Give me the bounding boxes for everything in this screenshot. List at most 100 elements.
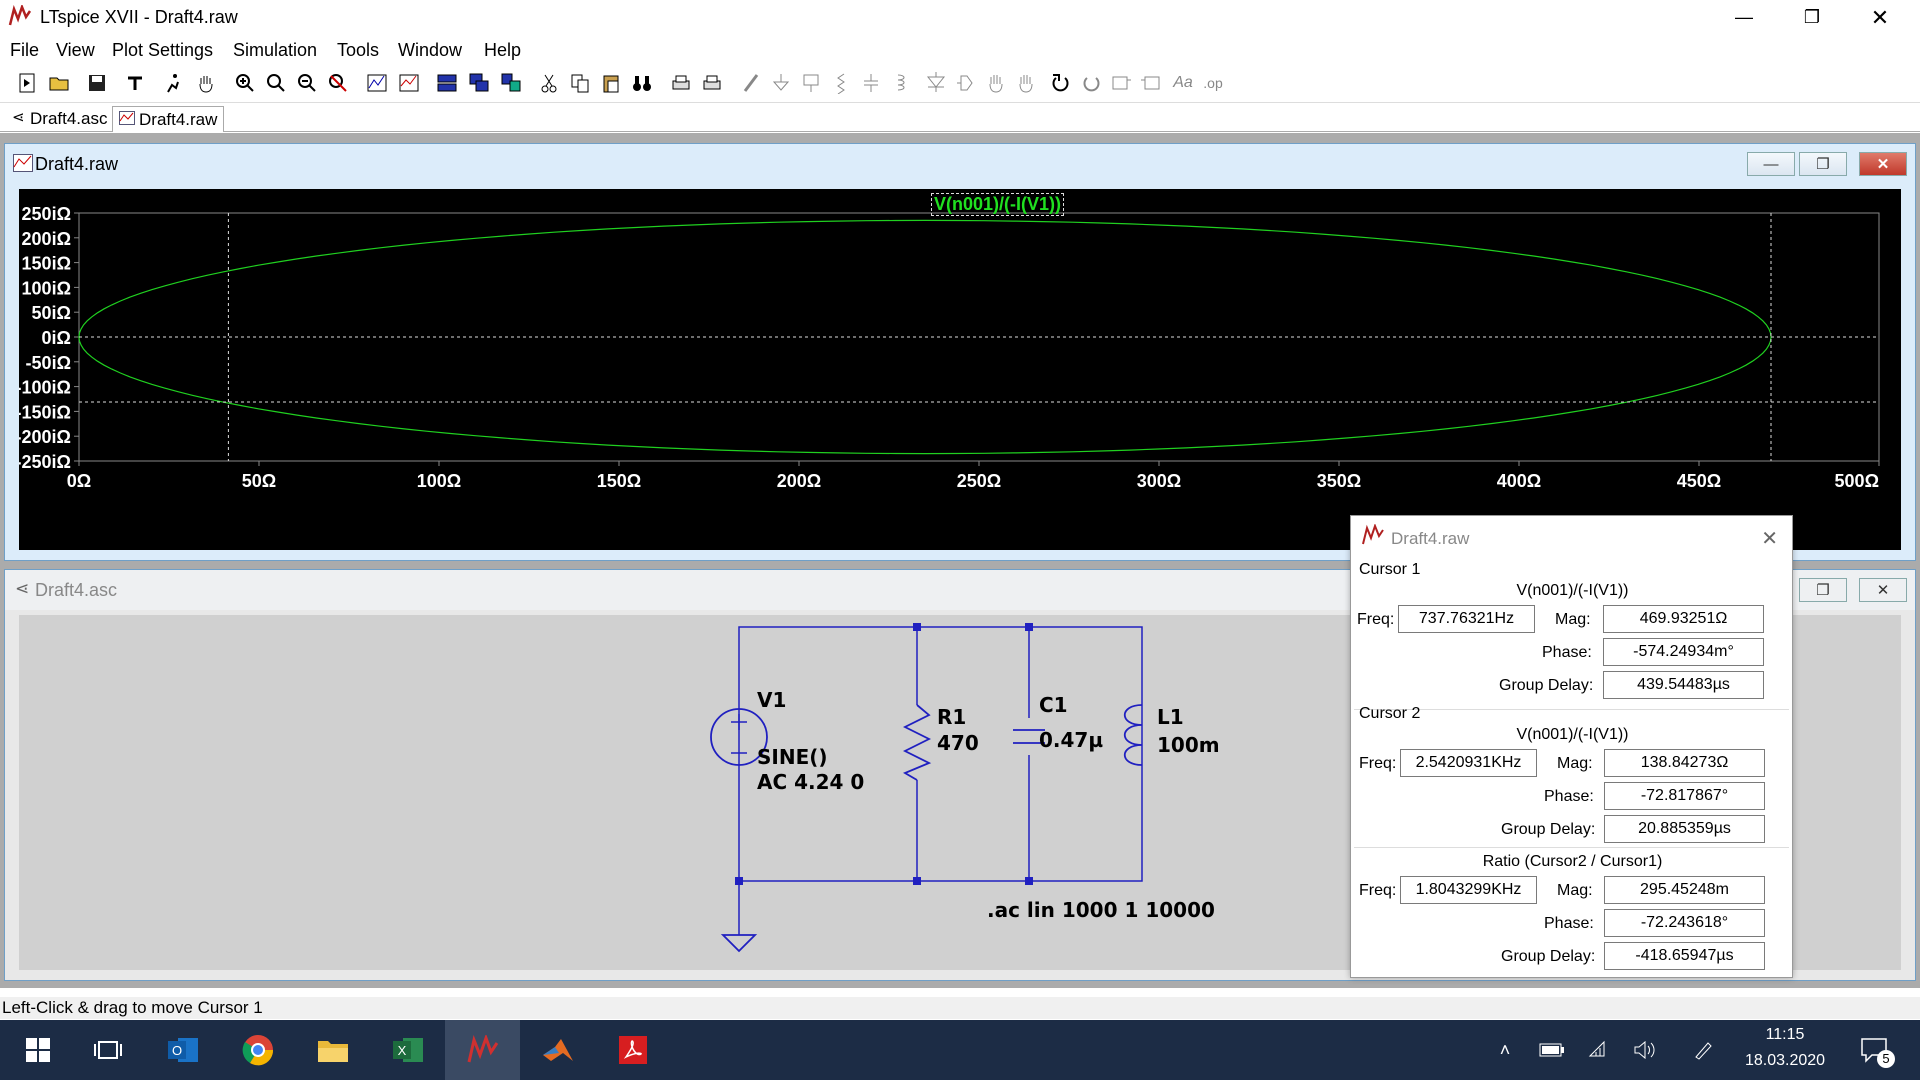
menu-help[interactable]: Help (484, 40, 521, 61)
windows-start-icon[interactable] (0, 1020, 75, 1080)
child-maximize-button[interactable]: ❐ (1799, 152, 1847, 176)
control-panel-icon[interactable] (122, 70, 148, 96)
task-view-icon[interactable] (70, 1020, 145, 1080)
v1-value-sine[interactable]: SINE() (757, 745, 828, 769)
ratio-freq-field[interactable]: 1.8043299KHz (1400, 876, 1537, 904)
cascade-icon[interactable] (466, 70, 492, 96)
mirror-icon[interactable] (1138, 70, 1164, 96)
pan-hand-icon[interactable] (193, 70, 219, 96)
draw-wire-icon[interactable] (738, 70, 764, 96)
cursor2-group-delay-field[interactable]: 20.885359µs (1604, 815, 1765, 843)
tab-draft4-asc[interactable]: ⋖ Draft4.asc (6, 106, 113, 132)
cursor1-phase-field[interactable]: -574.24934m° (1603, 638, 1764, 666)
volume-icon[interactable] (1630, 1020, 1660, 1080)
child-close-button[interactable]: ✕ (1859, 152, 1907, 176)
zoom-fit-icon[interactable] (325, 70, 351, 96)
cursor1-group-delay-field[interactable]: 439.54483µs (1603, 671, 1764, 699)
excel-icon[interactable]: X (370, 1020, 445, 1080)
cursor1-mag-field[interactable]: 469.93251Ω (1603, 605, 1764, 633)
drag-hand-icon[interactable] (1013, 70, 1039, 96)
restore-button[interactable]: ❐ (1778, 0, 1846, 35)
close-icon[interactable]: ✕ (1761, 526, 1778, 551)
autorange-icon[interactable] (364, 70, 390, 96)
zoom-in-icon[interactable] (232, 70, 258, 96)
menu-simulation[interactable]: Simulation (233, 40, 317, 61)
r1-value[interactable]: 470 (937, 731, 979, 755)
run-icon[interactable] (160, 70, 186, 96)
diode-icon[interactable] (923, 70, 949, 96)
new-schematic-icon[interactable] (14, 70, 40, 96)
r1-name[interactable]: R1 (937, 705, 966, 729)
c1-value[interactable]: 0.47µ (1039, 728, 1103, 752)
copy-icon[interactable] (567, 70, 593, 96)
capacitor-icon[interactable] (858, 70, 884, 96)
acrobat-icon[interactable] (595, 1020, 670, 1080)
tab-draft4-raw[interactable]: Draft4.raw (112, 106, 225, 132)
zoom-out-icon[interactable] (294, 70, 320, 96)
trace-label[interactable]: V(n001)/(-I(V1)) (931, 193, 1065, 216)
cut-icon[interactable] (536, 70, 562, 96)
resistor-icon[interactable] (828, 70, 854, 96)
plot-canvas[interactable]: 250iΩ 200iΩ 150iΩ 100iΩ 50iΩ 0iΩ -50iΩ -100iΩ -1… (19, 189, 1901, 552)
child-close-button[interactable]: ✕ (1859, 578, 1907, 602)
outlook-icon[interactable]: O (145, 1020, 220, 1080)
l1-value[interactable]: 100m (1157, 733, 1220, 757)
pen-icon[interactable] (1688, 1020, 1718, 1080)
save-icon[interactable] (84, 70, 110, 96)
child-minimize-button[interactable]: — (1747, 152, 1795, 176)
waveform-window-titlebar[interactable]: Draft4.raw — ❐ ✕ (5, 144, 1915, 184)
v1-value-ac[interactable]: AC 4.24 0 (757, 770, 864, 794)
matlab-icon[interactable] (520, 1020, 595, 1080)
cursor2-freq-field[interactable]: 2.5420931KHz (1400, 749, 1537, 777)
cursor2-mag-field[interactable]: 138.84273Ω (1604, 749, 1765, 777)
menu-tools[interactable]: Tools (337, 40, 379, 61)
c1-name[interactable]: C1 (1039, 693, 1068, 717)
ratio-mag-field[interactable]: 295.45248m (1604, 876, 1765, 904)
notifications-icon[interactable]: 5 (1855, 1020, 1895, 1080)
label-net-icon[interactable] (798, 70, 824, 96)
find-binoculars-icon[interactable] (629, 70, 655, 96)
ratio-group-delay-field[interactable]: -418.65947µs (1604, 942, 1765, 970)
clock-date[interactable]: 18.03.2020 (1735, 1052, 1835, 1070)
chrome-icon[interactable] (220, 1020, 295, 1080)
child-maximize-button[interactable]: ❐ (1799, 578, 1847, 602)
plot-area[interactable]: 250iΩ 200iΩ 150iΩ 100iΩ 50iΩ 0iΩ -50iΩ -100iΩ -1… (19, 189, 1901, 550)
ratio-phase-field[interactable]: -72.243618° (1604, 909, 1765, 937)
tile-horizontal-icon[interactable] (434, 70, 460, 96)
minimize-button[interactable]: — (1710, 0, 1778, 35)
wifi-icon[interactable] (1585, 1020, 1615, 1080)
zoom-icon[interactable] (263, 70, 289, 96)
close-button[interactable]: ✕ (1846, 0, 1914, 35)
move-hand-icon[interactable] (983, 70, 1009, 96)
redo-icon[interactable] (1078, 70, 1104, 96)
cursor1-freq-field[interactable]: 737.76321Hz (1398, 605, 1535, 633)
clock-time[interactable]: 11:15 (1735, 1026, 1835, 1044)
spice-directive[interactable]: .ac lin 1000 1 10000 (987, 898, 1215, 922)
show-hidden-icons[interactable]: ˄ (1490, 1020, 1520, 1080)
menu-file[interactable]: File (10, 40, 39, 61)
schematic-icon: ⋖ (12, 109, 25, 126)
menu-view[interactable]: View (56, 40, 95, 61)
ground-icon[interactable] (768, 70, 794, 96)
inductor-icon[interactable] (888, 70, 914, 96)
plot-settings-icon[interactable] (396, 70, 422, 96)
spice-directive-icon[interactable]: .op (1200, 70, 1226, 96)
rotate-icon[interactable] (1108, 70, 1134, 96)
paste-icon[interactable] (598, 70, 624, 96)
print-icon[interactable] (668, 70, 694, 96)
text-icon[interactable]: Aa (1170, 70, 1196, 96)
cursor-readout-titlebar[interactable]: Draft4.raw ✕ (1351, 516, 1792, 552)
menu-window[interactable]: Window (398, 40, 462, 61)
ltspice-taskbar-icon[interactable] (445, 1020, 520, 1080)
file-explorer-icon[interactable] (295, 1020, 370, 1080)
print-preview-icon[interactable] (699, 70, 725, 96)
l1-name[interactable]: L1 (1157, 705, 1184, 729)
v1-name[interactable]: V1 (757, 688, 786, 712)
cursor2-phase-field[interactable]: -72.817867° (1604, 782, 1765, 810)
component-icon[interactable] (953, 70, 979, 96)
undo-icon[interactable] (1048, 70, 1074, 96)
battery-icon[interactable] (1535, 1020, 1569, 1080)
open-folder-icon[interactable] (46, 70, 72, 96)
menu-plot-settings[interactable]: Plot Settings (112, 40, 213, 61)
tile-vertical-icon[interactable] (498, 70, 524, 96)
